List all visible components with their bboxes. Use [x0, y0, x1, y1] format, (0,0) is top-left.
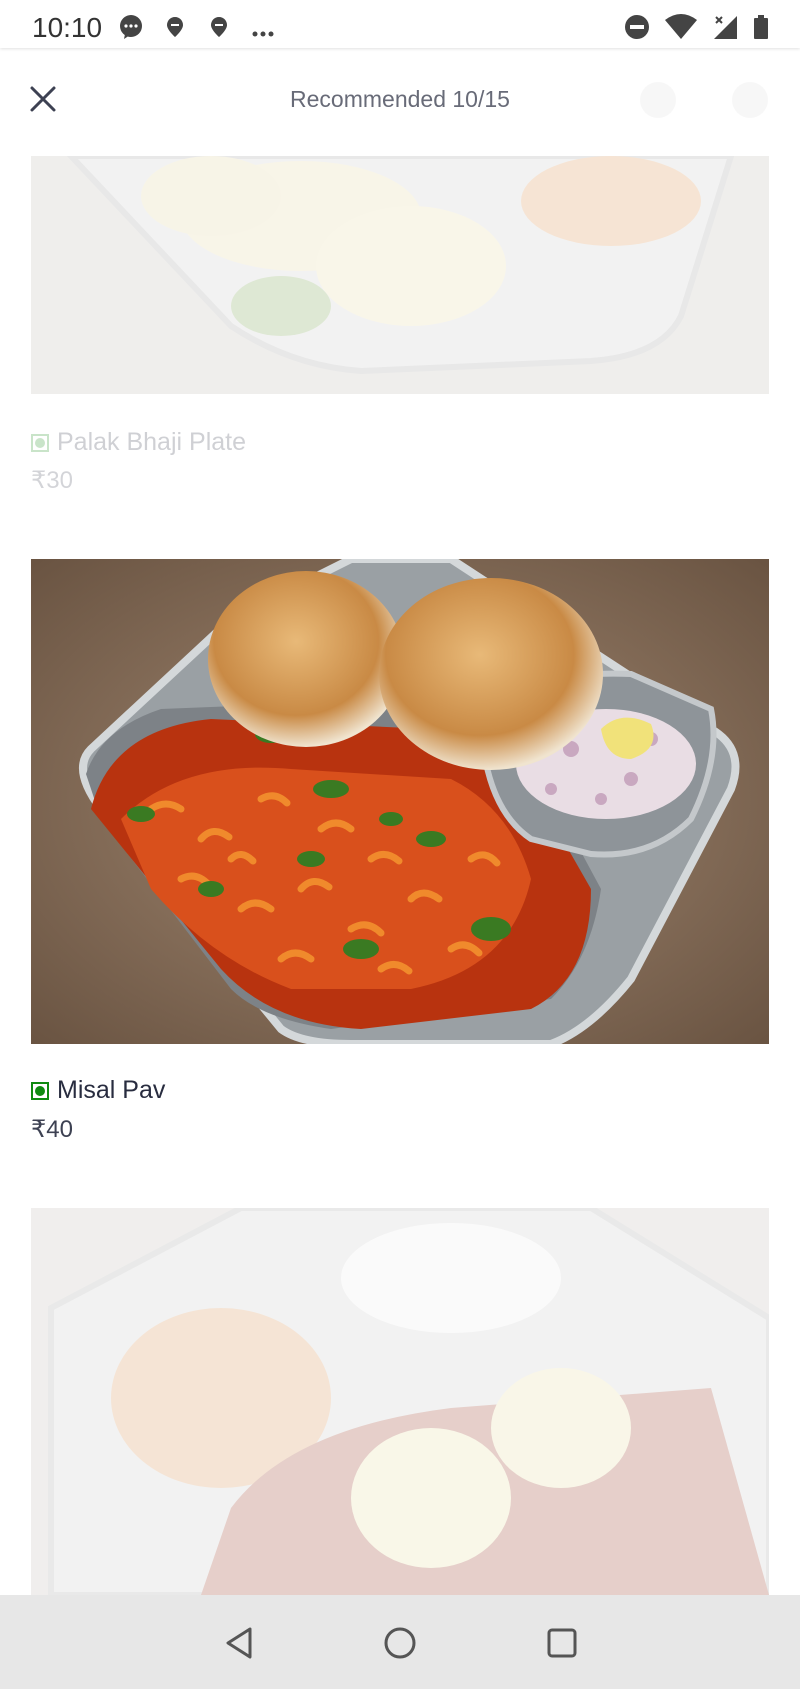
page-title: Recommended 10/15 — [290, 86, 510, 112]
item-name: Palak Bhaji Plate — [57, 428, 247, 456]
battery-icon — [754, 15, 768, 39]
status-left-icons — [118, 14, 276, 40]
status-time: 10:10 — [32, 12, 103, 43]
back-icon[interactable] — [218, 1621, 262, 1665]
status-right-icons — [624, 14, 770, 40]
location-icon — [211, 17, 227, 37]
item-price: ₹40 — [31, 1116, 73, 1143]
item-price: ₹30 — [31, 467, 73, 494]
recents-icon[interactable] — [540, 1621, 584, 1665]
item-name-row: Palak Bhaji Plate — [31, 428, 246, 457]
message-icon — [120, 15, 142, 39]
wifi-icon — [665, 14, 697, 39]
misal-pav-image — [31, 559, 769, 1044]
home-icon[interactable] — [378, 1621, 422, 1665]
navigation-bar — [0, 1595, 800, 1689]
item-name: Misal Pav — [57, 1076, 166, 1104]
header: Recommended 10/15 — [0, 48, 800, 152]
veg-indicator-icon — [31, 433, 49, 452]
veg-indicator-icon — [31, 1081, 49, 1100]
item-name-row[interactable]: Misal Pav — [31, 1076, 165, 1105]
palak-bhaji-image — [31, 156, 769, 394]
next-item-image — [31, 1208, 769, 1595]
more-dots-icon — [252, 31, 274, 37]
do-not-disturb-icon — [625, 15, 649, 39]
status-bar: 10:10 — [0, 0, 800, 48]
location-icon — [167, 17, 183, 37]
share-icon — [732, 82, 768, 118]
signal-icon — [714, 16, 737, 39]
bookmark-icon — [640, 82, 676, 118]
